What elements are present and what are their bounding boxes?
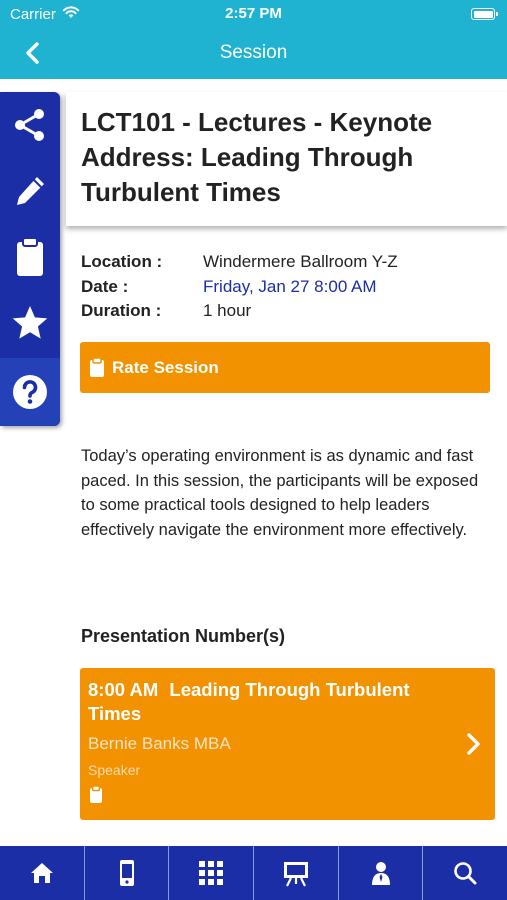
location-label: Location :	[81, 252, 163, 271]
star-icon	[12, 306, 48, 339]
session-title-card: LCT101 - Lectures - Keynote Address: Lea…	[66, 92, 507, 226]
tab-speakers[interactable]	[339, 846, 424, 900]
rate-session-label: Rate Session	[112, 358, 219, 377]
rate-session-button[interactable]: Rate Session	[80, 342, 490, 393]
question-icon	[13, 375, 47, 409]
session-title: LCT101 - Lectures - Keynote Address: Lea…	[81, 107, 433, 207]
session-screen: Carrier 2:57 PM Session LCT101 - Lecture…	[0, 0, 507, 900]
tab-home[interactable]	[0, 846, 85, 900]
favorite-button[interactable]	[0, 290, 60, 356]
clipboard-icon	[89, 785, 103, 809]
duration-value: 1 hour	[203, 301, 252, 320]
search-icon	[454, 862, 477, 885]
presentation-title: 8:00 AM Leading Through Turbulent Times	[88, 678, 428, 726]
nav-bar: Session	[0, 28, 507, 79]
home-icon	[30, 863, 53, 883]
notes-button[interactable]	[0, 158, 60, 224]
pencil-icon	[17, 177, 44, 205]
clock: 2:57 PM	[225, 5, 282, 22]
share-icon	[15, 109, 44, 141]
tab-device[interactable]	[85, 846, 170, 900]
status-bar: Carrier 2:57 PM	[0, 0, 507, 28]
presentations-heading: Presentation Number(s)	[81, 626, 286, 646]
clipboard-icon	[89, 357, 105, 383]
battery-icon	[471, 8, 498, 20]
chevron-right-icon	[463, 730, 483, 763]
evaluation-button[interactable]	[0, 224, 60, 290]
share-button[interactable]	[0, 92, 60, 158]
tab-presentation[interactable]	[254, 846, 339, 900]
action-sidebar	[0, 92, 60, 426]
speaker-icon	[371, 862, 390, 885]
easel-icon	[283, 862, 308, 887]
session-description: Today’s operating environment is as dyna…	[81, 447, 479, 539]
presentation-card[interactable]: 8:00 AM Leading Through Turbulent Times …	[80, 668, 495, 820]
location-value: Windermere Ballroom Y-Z	[203, 252, 398, 271]
presentation-role: Speaker	[88, 762, 141, 778]
date-link[interactable]: Friday, Jan 27 8:00 AM	[203, 277, 377, 297]
date-label: Date :	[81, 276, 129, 296]
tab-grid[interactable]	[169, 846, 255, 900]
presentation-time: 8:00 AM	[88, 679, 159, 700]
help-button[interactable]	[0, 358, 60, 426]
tab-search[interactable]	[423, 846, 507, 900]
tab-bar	[0, 846, 507, 900]
clipboard-icon	[17, 237, 43, 276]
grid-icon	[199, 861, 224, 885]
mobile-device-icon	[119, 860, 134, 886]
presentation-speaker: Bernie Banks MBA	[88, 734, 231, 753]
duration-label: Duration :	[81, 301, 162, 320]
nav-title: Session	[219, 42, 288, 63]
